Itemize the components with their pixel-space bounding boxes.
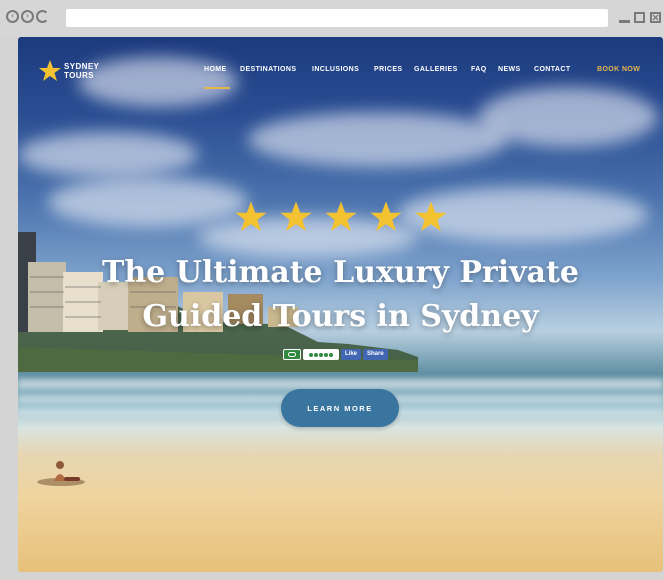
nav-item-contact[interactable]: CONTACT — [534, 66, 571, 73]
star-icon — [415, 201, 447, 232]
forward-icon[interactable]: › — [21, 10, 34, 23]
nav-item-home[interactable]: HOME — [204, 66, 227, 73]
close-icon[interactable] — [650, 12, 661, 23]
browser-chrome: ‹ › — [0, 0, 664, 36]
star-icon — [325, 201, 357, 232]
maximize-icon[interactable] — [634, 12, 645, 23]
nav-item-galleries[interactable]: GALLERIES — [414, 66, 458, 73]
reload-icon[interactable] — [36, 10, 49, 23]
star-icon — [235, 201, 267, 232]
book-now-link[interactable]: BOOK NOW — [597, 66, 640, 73]
star-icon — [280, 201, 312, 232]
facebook-share-button[interactable]: Share — [363, 349, 388, 360]
nav-item-prices[interactable]: PRICES — [374, 66, 402, 73]
minimize-icon[interactable] — [619, 12, 630, 23]
tripadvisor-rating[interactable] — [303, 349, 339, 360]
address-bar[interactable] — [66, 9, 608, 27]
star-icon — [39, 60, 61, 81]
facebook-like-button[interactable]: Like — [341, 349, 362, 360]
logo-text: SYDNEY TOURS — [64, 62, 100, 80]
rating-stars — [234, 200, 448, 234]
nav-item-inclusions[interactable]: INCLUSIONS — [312, 66, 359, 73]
nav-item-faq[interactable]: FAQ — [471, 66, 487, 73]
tripadvisor-icon[interactable] — [283, 349, 301, 360]
headline-line-2: Guided Tours in Sydney — [142, 299, 539, 334]
back-icon[interactable]: ‹ — [6, 10, 19, 23]
nav-item-destinations[interactable]: DESTINATIONS — [240, 66, 296, 73]
site-logo[interactable]: SYDNEY TOURS — [38, 59, 99, 83]
website-viewport: SYDNEY TOURS HOME DESTINATIONS INCLUSION… — [18, 37, 663, 572]
social-widgets: Like Share — [283, 349, 388, 360]
star-icon — [370, 201, 402, 232]
beachgoer-image — [37, 461, 85, 486]
nav-item-news[interactable]: NEWS — [498, 66, 521, 73]
learn-more-button[interactable]: LEARN MORE — [281, 389, 399, 427]
hero-headline: The Ultimate Luxury Private Guided Tours… — [18, 251, 663, 339]
headline-line-1: The Ultimate Luxury Private — [102, 255, 579, 290]
nav-active-indicator — [204, 87, 230, 89]
